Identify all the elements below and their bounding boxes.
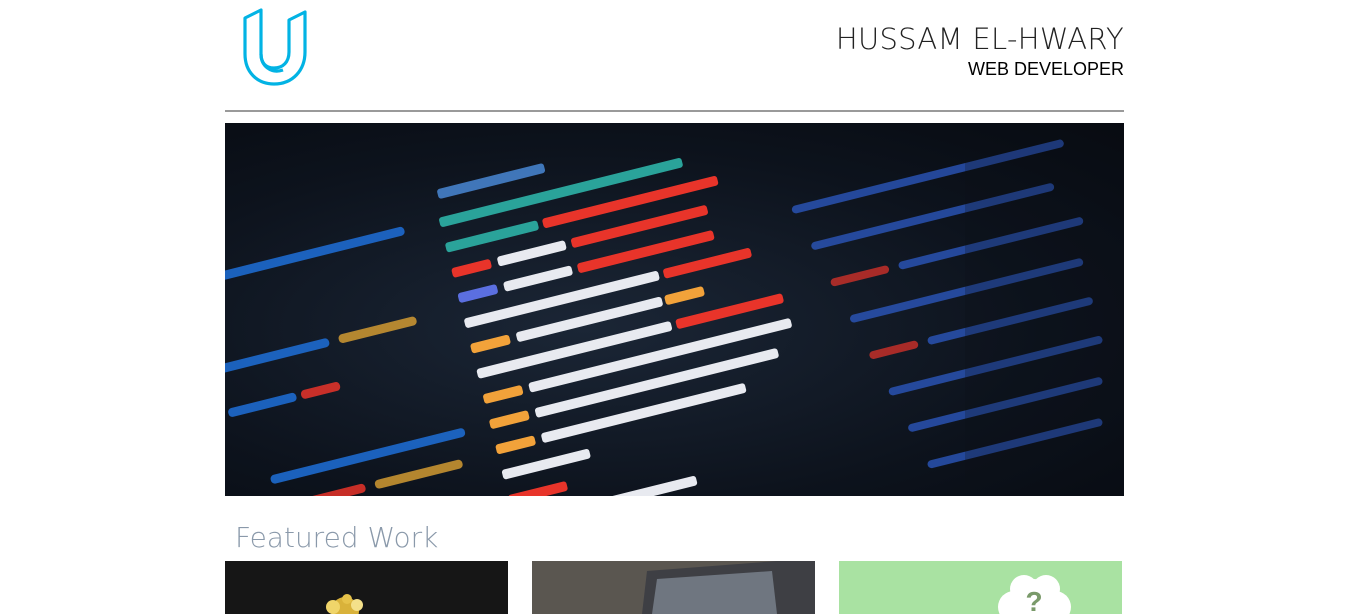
code-screen-image <box>225 123 1124 496</box>
golden-sculpture-image <box>326 594 363 614</box>
developer-role: WEB DEVELOPER <box>967 59 1124 79</box>
laptop-image <box>532 561 815 614</box>
hero-code-image <box>225 123 1124 496</box>
featured-work-heading: Featured Work <box>235 521 439 554</box>
project-tile-1[interactable] <box>225 561 508 614</box>
udacity-logo-icon[interactable] <box>241 8 309 88</box>
project-tile-3[interactable]: ? <box>839 561 1122 614</box>
svg-text:?: ? <box>1025 586 1042 614</box>
developer-name: HUSSAM EL-HWARY <box>835 22 1124 56</box>
question-cloud-image: ? <box>998 575 1071 614</box>
project-tile-2[interactable] <box>532 561 815 614</box>
header-divider <box>225 110 1124 112</box>
page-container: HUSSAM EL-HWARY WEB DEVELOPER Featured W… <box>225 0 1124 614</box>
